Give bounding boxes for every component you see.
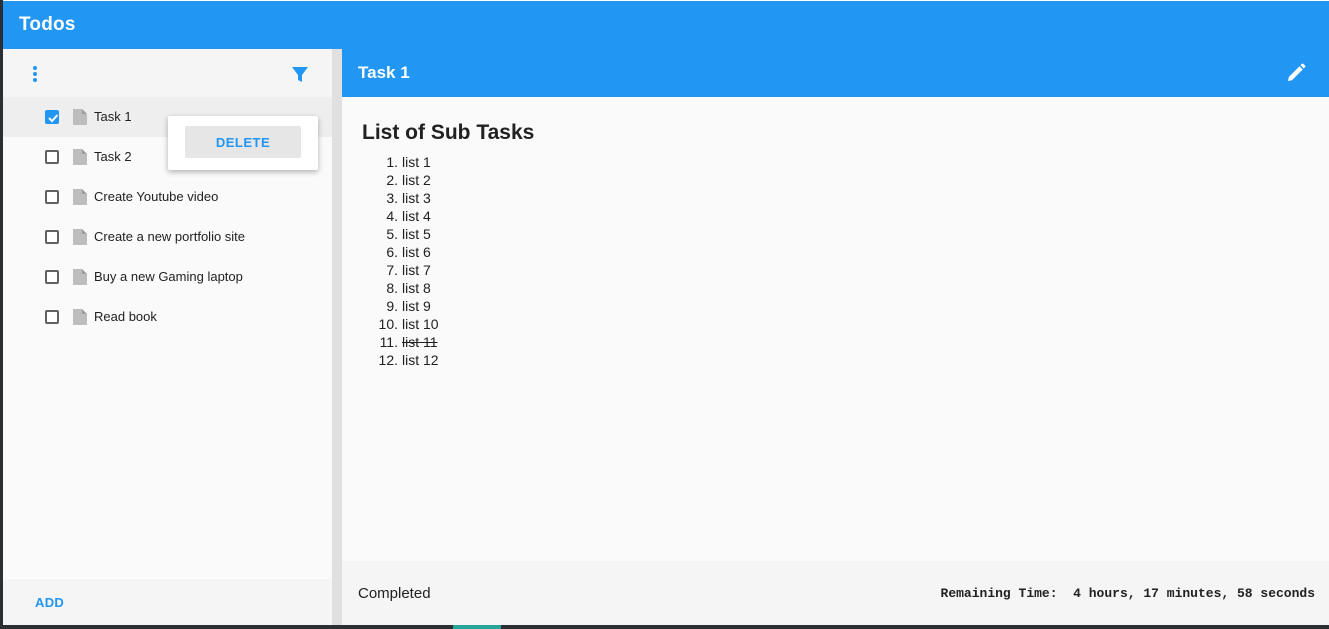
subtask-text: list 8 <box>402 280 431 296</box>
task-detail-panel: Task 1 List of Sub Tasks 1. list 1 2. list … <box>342 49 1329 625</box>
task-row[interactable]: Create Youtube video <box>3 177 332 217</box>
detail-header: Task 1 <box>342 49 1329 97</box>
subtask-item: 5. list 5 <box>362 225 1302 243</box>
document-icon <box>73 189 87 205</box>
detail-footer: Completed Remaining Time: 4 hours, 17 mi… <box>342 561 1329 625</box>
subtask-text: list 12 <box>402 352 439 368</box>
delete-button[interactable]: DELETE <box>185 126 301 158</box>
subtask-number: 12. <box>378 352 398 368</box>
document-icon <box>73 309 87 325</box>
subtask-text: list 5 <box>402 226 431 242</box>
subtask-text: list 9 <box>402 298 431 314</box>
remaining-time-value: 4 hours, 17 minutes, 58 seconds <box>1073 586 1315 601</box>
task-label: Task 2 <box>94 149 132 164</box>
sidebar-footer: ADD <box>3 579 332 625</box>
subtask-text: list 3 <box>402 190 431 206</box>
pencil-icon[interactable] <box>1285 62 1307 84</box>
subtask-number: 2. <box>386 172 398 188</box>
panel-divider[interactable] <box>332 49 342 625</box>
task-checkbox[interactable] <box>45 230 59 244</box>
subtask-text: list 11 <box>402 334 438 350</box>
subtask-number: 11. <box>379 334 398 350</box>
sidebar-toolbar <box>3 49 332 97</box>
task-checkbox[interactable] <box>45 110 59 124</box>
subtask-item: 11. list 11 <box>362 333 1302 351</box>
subtask-number: 8. <box>386 280 398 296</box>
subtask-item: 8. list 8 <box>362 279 1302 297</box>
document-icon <box>73 149 87 165</box>
remaining-time: Remaining Time: 4 hours, 17 minutes, 58 … <box>941 586 1315 601</box>
subtask-item: 1. list 1 <box>362 153 1302 171</box>
task-label: Create Youtube video <box>94 189 219 204</box>
subtask-list: 1. list 1 2. list 2 3. list 3 4. list 4 5. list 5… <box>362 153 1302 369</box>
app-bar: Todos <box>3 1 1329 49</box>
subtask-item: 4. list 4 <box>362 207 1302 225</box>
subtask-number: 7. <box>386 262 398 278</box>
app-title: Todos <box>19 14 76 35</box>
subtask-text: list 1 <box>402 154 431 170</box>
document-icon <box>73 269 87 285</box>
document-icon <box>73 109 87 125</box>
remaining-time-label: Remaining Time: <box>940 586 1058 601</box>
filter-icon[interactable] <box>289 63 311 85</box>
task-context-menu: DELETE <box>168 116 318 170</box>
task-label: Create a new portfolio site <box>94 229 246 244</box>
task-checkbox[interactable] <box>45 150 59 164</box>
status-label: Completed <box>358 585 431 602</box>
subtask-number: 10. <box>378 316 398 332</box>
taskbar-strip <box>0 625 1329 629</box>
subtask-number: 5. <box>386 226 398 242</box>
subtask-text: list 2 <box>402 172 431 188</box>
task-row[interactable]: Create a new portfolio site <box>3 217 332 257</box>
subtask-number: 9. <box>386 298 398 314</box>
task-checkbox[interactable] <box>45 270 59 284</box>
subtask-text: list 4 <box>402 208 431 224</box>
subtask-number: 1. <box>386 154 398 170</box>
task-checkbox[interactable] <box>45 190 59 204</box>
task-row[interactable]: Buy a new Gaming laptop <box>3 257 332 297</box>
detail-title: Task 1 <box>358 63 410 82</box>
task-checkbox[interactable] <box>45 310 59 324</box>
subtask-item: 6. list 6 <box>362 243 1302 261</box>
subtask-item: 3. list 3 <box>362 189 1302 207</box>
more-vertical-icon[interactable] <box>27 63 43 85</box>
subtask-text: list 10 <box>402 316 439 332</box>
subtask-item: 7. list 7 <box>362 261 1302 279</box>
task-row[interactable]: Read book <box>3 297 332 337</box>
subtask-item: 9. list 9 <box>362 297 1302 315</box>
task-label: Task 1 <box>94 109 132 124</box>
document-icon <box>73 229 87 245</box>
taskbar-accent <box>453 625 501 629</box>
subtask-item: 2. list 2 <box>362 171 1302 189</box>
subtask-text: list 7 <box>402 262 431 278</box>
add-button[interactable]: ADD <box>35 595 64 610</box>
subtask-item: 10. list 10 <box>362 315 1302 333</box>
subtask-item: 12. list 12 <box>362 351 1302 369</box>
detail-content: List of Sub Tasks 1. list 1 2. list 2 3. list… <box>362 121 1302 369</box>
task-label: Buy a new Gaming laptop <box>94 269 243 284</box>
subtask-number: 6. <box>386 244 398 260</box>
app-window: Todos Task 1 Task 2 Create Youtube video… <box>3 1 1329 625</box>
subtasks-heading: List of Sub Tasks <box>362 121 535 144</box>
subtask-text: list 6 <box>402 244 431 260</box>
subtask-number: 3. <box>386 190 398 206</box>
task-label: Read book <box>94 309 157 324</box>
subtask-number: 4. <box>386 208 398 224</box>
